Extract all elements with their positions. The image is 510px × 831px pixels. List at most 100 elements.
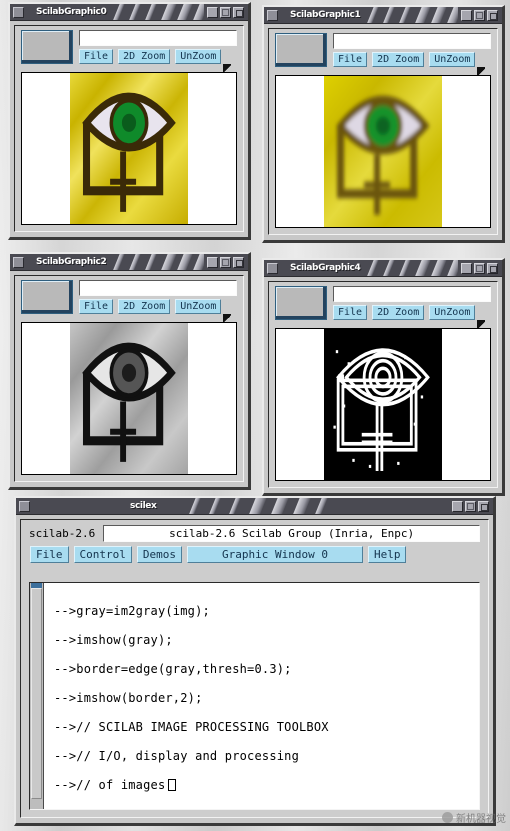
unzoom-button[interactable]: UnZoom [429,52,476,67]
unzoom-button[interactable]: UnZoom [175,49,222,64]
console-terminal[interactable]: -->gray=im2gray(img); -->imshow(gray); -… [29,582,480,810]
scrollbar-thumb[interactable] [31,588,42,799]
window-frame: ScilabGraphic1 File 2D Zoom UnZoom [262,5,505,243]
watermark: 新机器视觉 [442,810,506,825]
console-banner: scilab-2.6 Scilab Group (Inria, Enpc) [103,524,480,542]
maximize-button[interactable] [220,256,231,268]
graphic-info-field[interactable] [79,280,237,296]
close-button[interactable] [233,6,244,18]
window-controls[interactable] [461,9,498,21]
terminal-scrollbar[interactable] [30,583,44,809]
window-title: ScilabGraphic0 [36,7,107,17]
file-button[interactable]: File [333,305,368,320]
minimize-button[interactable] [461,9,472,21]
graphic-canvas[interactable] [21,322,237,475]
titlebar[interactable]: ScilabGraphic4 [264,260,502,277]
unzoom-button[interactable]: UnZoom [429,305,476,320]
close-button[interactable] [487,9,498,21]
graphic-toolbar: File 2D Zoom UnZoom [15,26,243,73]
close-button[interactable] [487,262,498,274]
titlebar[interactable]: ScilabGraphic0 [10,4,248,21]
menu-help[interactable]: Help [367,546,407,563]
graphic-button-row: File 2D Zoom UnZoom [333,305,492,320]
maximize-button[interactable] [474,262,485,274]
maximize-button[interactable] [220,6,231,18]
window-controls[interactable] [452,500,489,512]
window-scilabgraphic1[interactable]: ScilabGraphic1 File 2D Zoom UnZoom [262,5,505,243]
menu-file[interactable]: File [30,546,69,563]
window-menu-icon[interactable] [267,9,278,21]
text-cursor [168,779,177,791]
graphic-preview-panel[interactable] [21,30,73,64]
window-menu-icon[interactable] [19,500,30,512]
window-menu-icon[interactable] [13,256,24,268]
window-controls[interactable] [207,6,244,18]
titlebar-decoration [162,498,449,514]
graphic-canvas[interactable] [21,72,237,225]
watermark-logo-icon [442,812,453,823]
terminal-line: -->imshow(gray); [54,633,173,647]
graphic-info-field[interactable] [333,286,491,302]
2d-zoom-button[interactable]: 2D Zoom [372,305,425,320]
maximize-button[interactable] [474,9,485,21]
terminal-line: -->// SCILAB IMAGE PROCESSING TOOLBOX [54,720,329,734]
graphic-info-field[interactable] [333,33,491,49]
close-button[interactable] [478,500,489,512]
graphic-preview-panel[interactable] [275,286,327,320]
titlebar[interactable]: scilex [16,498,493,515]
maximize-button[interactable] [465,500,476,512]
file-button[interactable]: File [79,49,114,64]
titlebar-decoration [366,260,458,276]
eye-logo-blurred-image [324,76,442,227]
2d-zoom-button[interactable]: 2D Zoom [372,52,425,67]
window-body: File 2D Zoom UnZoom [14,275,244,482]
file-button[interactable]: File [79,299,114,314]
window-body: scilab-2.6 scilab-2.6 Scilab Group (Inri… [20,519,489,818]
unzoom-button[interactable]: UnZoom [175,299,222,314]
terminal-line: -->// I/O, display and processing [54,749,300,763]
titlebar-decoration [366,7,458,23]
menu-graphic-window-0[interactable]: Graphic Window 0 [186,546,363,563]
terminal-line: -->imshow(border,2); [54,691,203,705]
minimize-button[interactable] [207,6,218,18]
window-menu-icon[interactable] [13,6,24,18]
window-controls[interactable] [461,262,498,274]
window-scilex-console[interactable]: scilex scilab-2.6 scilab-2.6 Scilab Grou… [14,496,496,826]
close-button[interactable] [233,256,244,268]
terminal-line: -->gray=im2gray(img); [54,604,210,618]
window-scilabgraphic0[interactable]: ScilabGraphic0 File 2D Zoom UnZoom [8,2,251,240]
graphic-info-field[interactable] [79,30,237,46]
graphic-toolbar: File 2D Zoom UnZoom [269,29,497,76]
graphic-button-row: File 2D Zoom UnZoom [333,52,492,67]
minimize-button[interactable] [461,262,472,274]
graphic-preview-panel[interactable] [21,280,73,314]
titlebar[interactable]: ScilabGraphic2 [10,254,248,271]
window-frame: scilex scilab-2.6 scilab-2.6 Scilab Grou… [14,496,496,826]
terminal-output: -->gray=im2gray(img); -->imshow(gray); -… [44,583,479,809]
terminal-line-last: -->// of images [54,771,479,800]
minimize-button[interactable] [452,500,463,512]
window-controls[interactable] [207,256,244,268]
watermark-text: 新机器视觉 [456,814,506,825]
graphic-preview-panel[interactable] [275,33,327,67]
window-scilabgraphic4[interactable]: ScilabGraphic4 File 2D Zoom UnZoom [262,258,505,496]
version-label: scilab-2.6 [29,526,96,540]
window-frame: ScilabGraphic4 File 2D Zoom UnZoom [262,258,505,496]
eye-logo-edges-image [324,329,442,480]
console-header: scilab-2.6 scilab-2.6 Scilab Group (Inri… [21,520,488,542]
window-body: File 2D Zoom UnZoom [268,28,498,235]
menu-control[interactable]: Control [73,546,132,563]
2d-zoom-button[interactable]: 2D Zoom [118,49,171,64]
titlebar-decoration [112,254,204,270]
window-menu-icon[interactable] [267,262,278,274]
graphic-button-row: File 2D Zoom UnZoom [79,49,238,64]
minimize-button[interactable] [207,256,218,268]
file-button[interactable]: File [333,52,368,67]
eye-logo-gray-image [70,323,188,474]
window-scilabgraphic2[interactable]: ScilabGraphic2 File 2D Zoom UnZoom [8,252,251,490]
menu-demos[interactable]: Demos [136,546,182,563]
graphic-canvas[interactable] [275,75,491,228]
graphic-canvas[interactable] [275,328,491,481]
2d-zoom-button[interactable]: 2D Zoom [118,299,171,314]
titlebar[interactable]: ScilabGraphic1 [264,7,502,24]
